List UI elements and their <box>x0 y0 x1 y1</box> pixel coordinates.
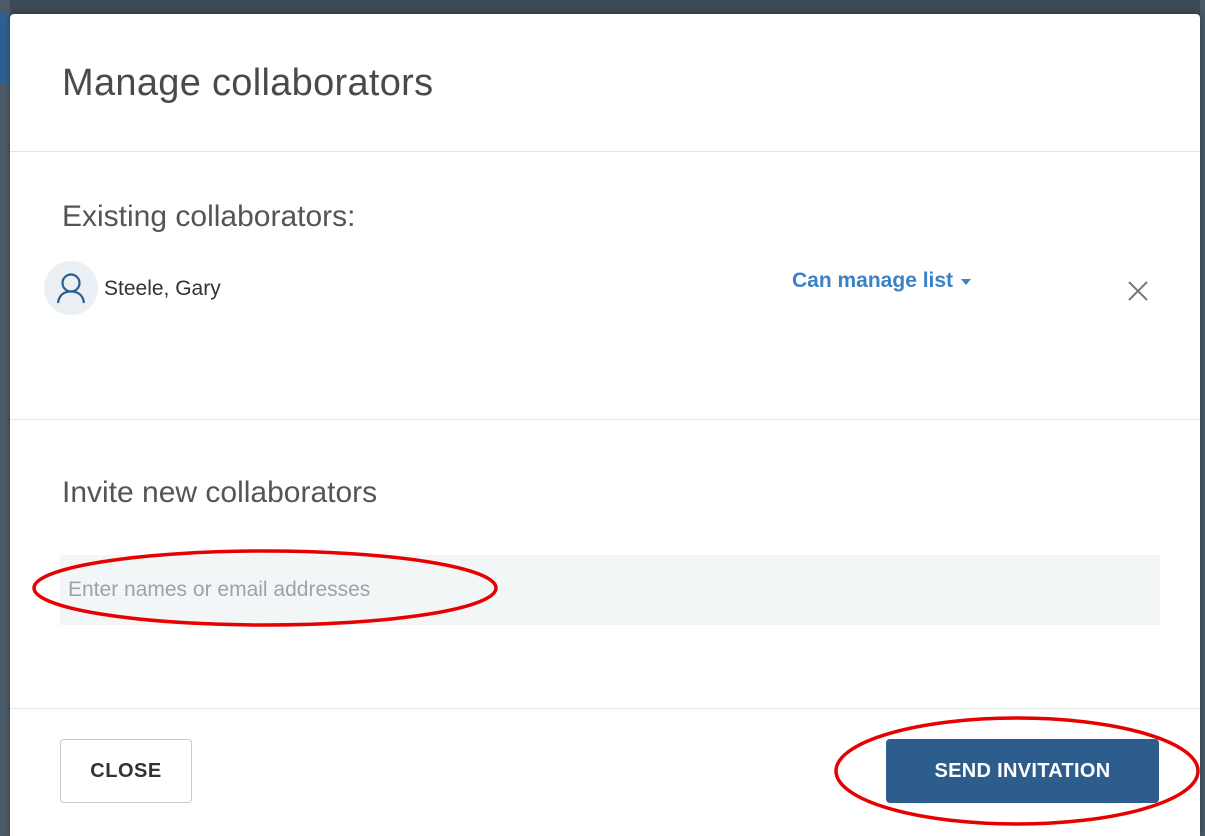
background-top-bar <box>0 0 1205 14</box>
existing-collaborators-section: Existing collaborators: Steele, Gary Can… <box>10 152 1200 420</box>
collaborator-row: Steele, Gary Can manage list <box>44 257 1174 317</box>
close-x-icon <box>1128 281 1148 301</box>
manage-collaborators-dialog: Manage collaborators Existing collaborat… <box>10 14 1200 836</box>
dialog-header: Manage collaborators <box>10 14 1200 152</box>
collaborator-name: Steele, Gary <box>104 277 221 300</box>
background-page-left <box>0 0 10 836</box>
invite-heading: Invite new collaborators <box>62 476 378 509</box>
collaborator-role-dropdown[interactable]: Can manage list <box>792 269 972 293</box>
user-outline-icon <box>44 261 98 315</box>
background-header-strip <box>0 14 10 84</box>
existing-collaborators-heading: Existing collaborators: <box>62 200 356 233</box>
invite-section: Invite new collaborators <box>10 420 1200 709</box>
remove-collaborator-button[interactable] <box>1124 277 1152 305</box>
dialog-footer: CLOSE SEND INVITATION <box>10 709 1200 835</box>
caret-down-icon <box>961 279 972 285</box>
collaborator-role-label: Can manage list <box>792 269 954 292</box>
invite-input[interactable] <box>60 555 1160 625</box>
send-invitation-button[interactable]: SEND INVITATION <box>886 739 1159 803</box>
dialog-title: Manage collaborators <box>62 62 434 104</box>
close-button[interactable]: CLOSE <box>60 739 192 803</box>
background-page-right <box>1200 0 1205 836</box>
